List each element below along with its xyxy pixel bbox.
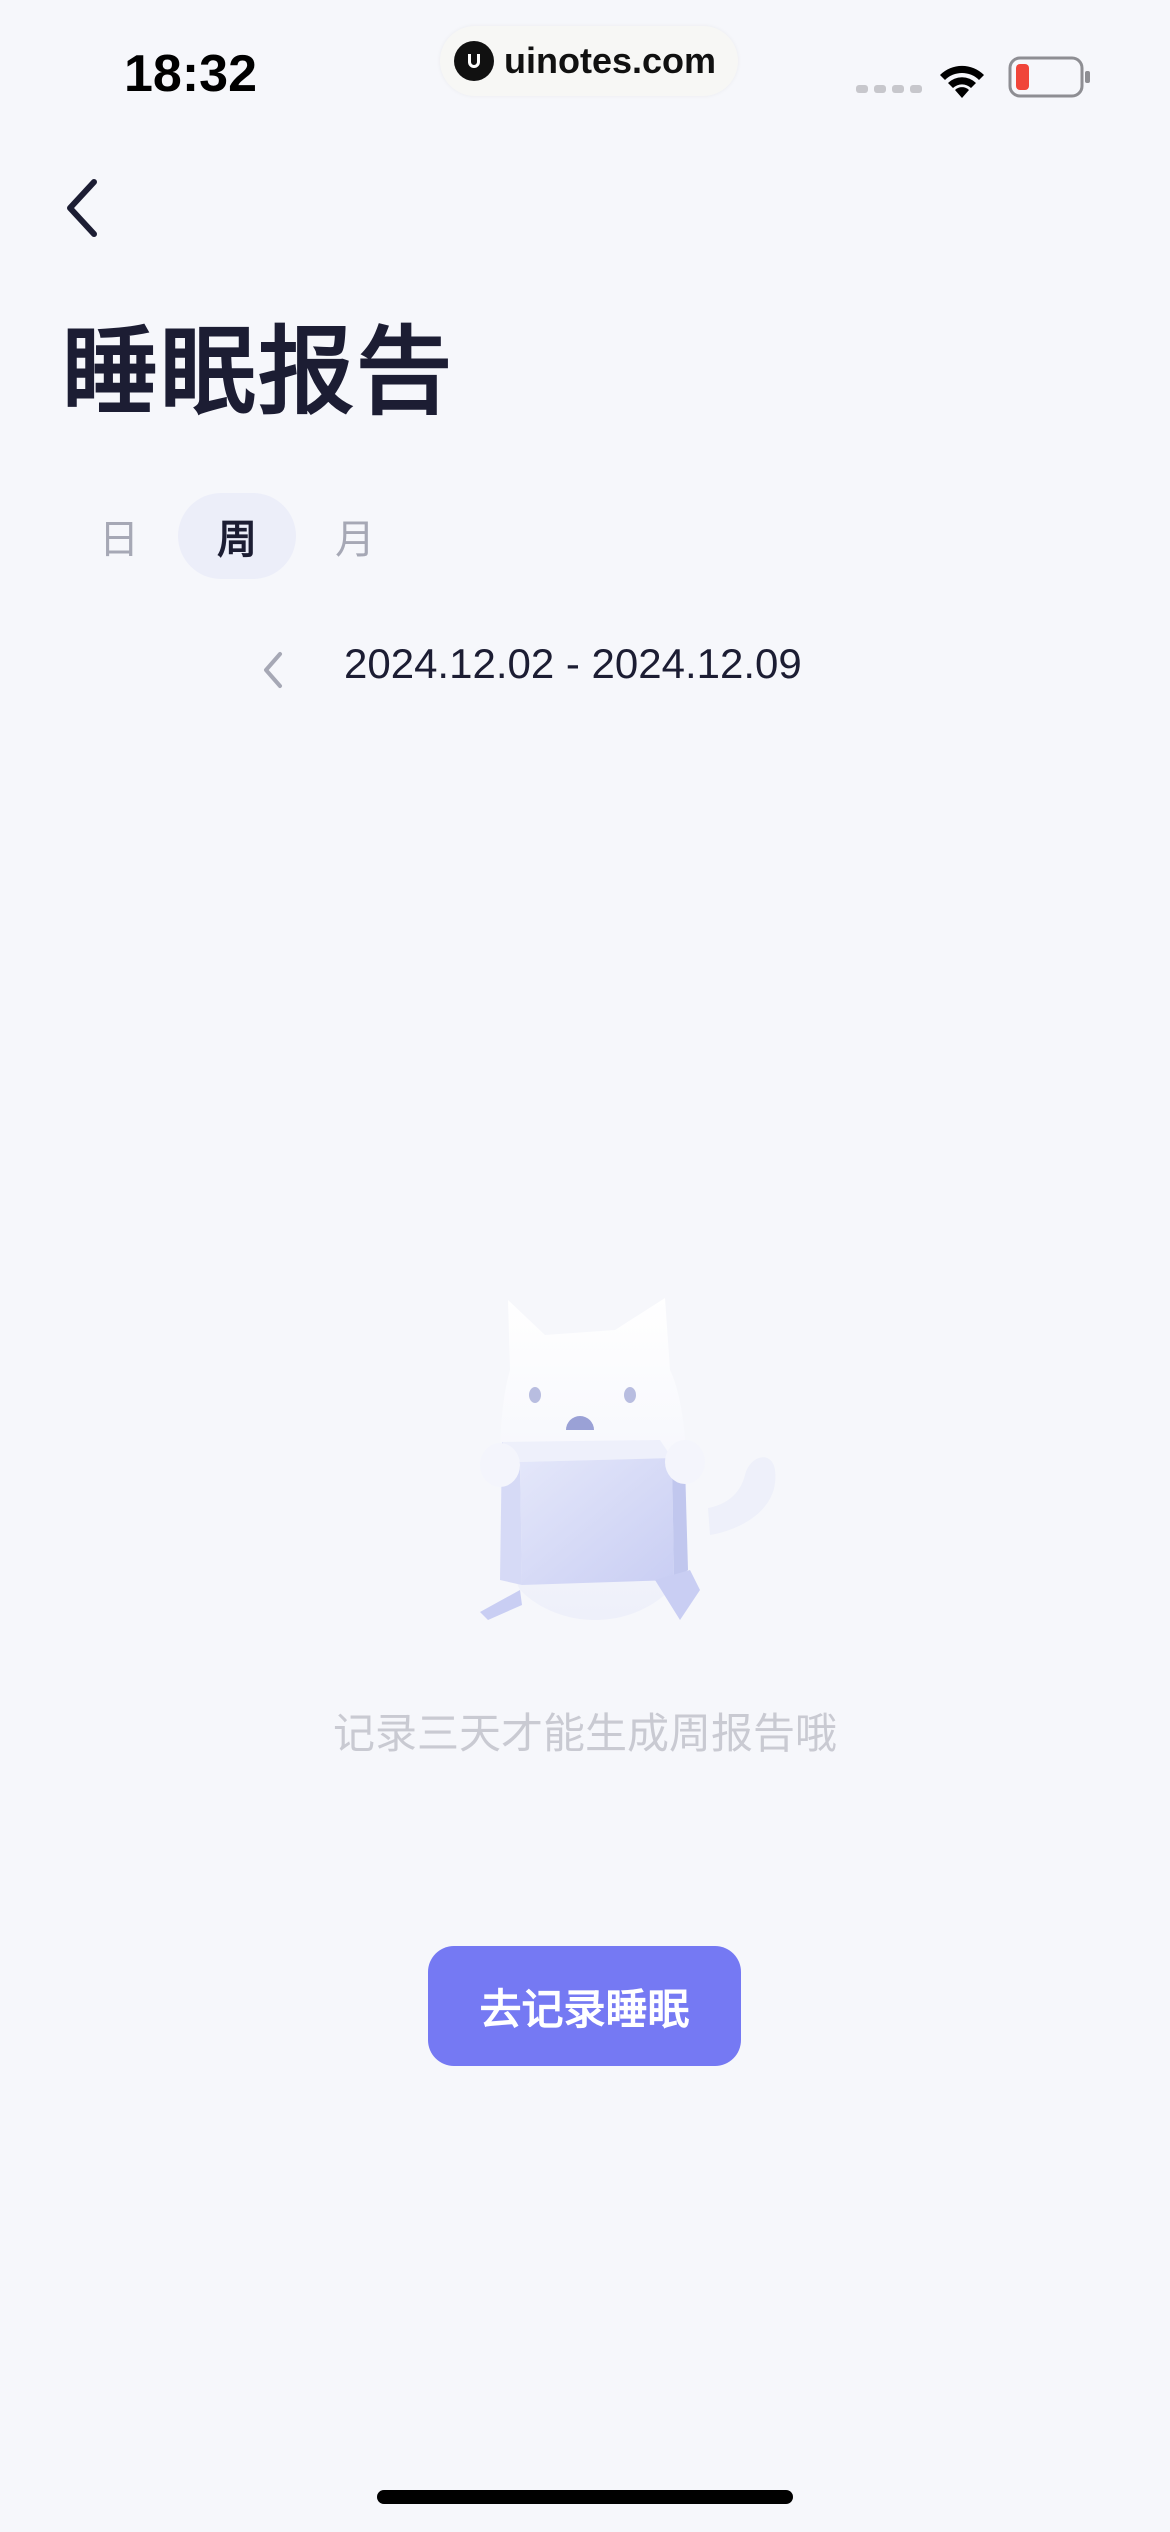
page-title: 睡眠报告: [62, 316, 454, 428]
watermark-badge: uinotes.com: [440, 26, 739, 96]
sleep-report-screen: 18:32 uinotes.com 睡眠报告 日 周 月 2024.12.02 …: [0, 0, 1170, 2532]
wifi-icon: [936, 58, 988, 102]
home-indicator: [377, 2490, 793, 2504]
period-tabs: 日 周 月: [60, 492, 414, 580]
cat-holding-box-illustration: [440, 1290, 790, 1650]
battery-low-icon: [1008, 56, 1092, 102]
back-button[interactable]: [56, 172, 116, 244]
tab-week[interactable]: 周: [178, 493, 296, 579]
previous-range-button[interactable]: [258, 648, 288, 692]
chevron-left-icon: [264, 652, 282, 688]
tab-day[interactable]: 日: [60, 493, 178, 579]
empty-state-message: 记录三天才能生成周报告哦: [332, 1709, 837, 1758]
watermark-text: uinotes.com: [504, 40, 717, 81]
tab-month[interactable]: 月: [296, 493, 414, 579]
status-time: 18:32: [124, 45, 257, 103]
cellular-signal-icon: [856, 85, 922, 93]
watermark-logo-icon: [454, 41, 494, 81]
chevron-left-icon: [67, 179, 97, 237]
record-sleep-button[interactable]: 去记录睡眠: [428, 1946, 741, 2066]
date-range-label: 2024.12.02 - 2024.12.09: [344, 640, 802, 687]
